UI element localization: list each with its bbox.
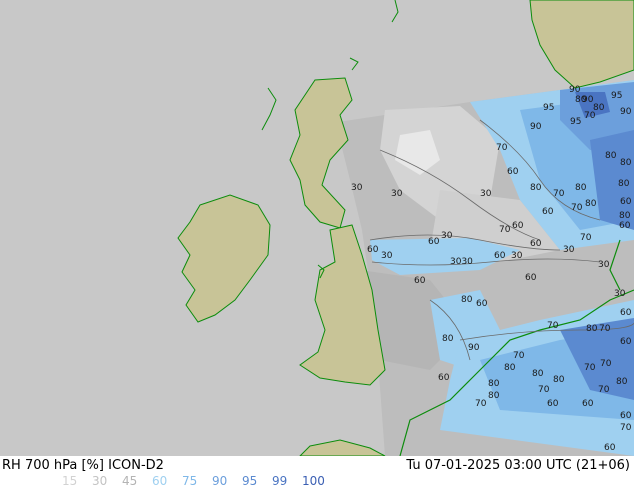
contour-label: 60 xyxy=(507,167,519,177)
contour-label: 80 xyxy=(618,179,630,189)
contour-label: 30 xyxy=(563,245,575,255)
contour-label: 70 xyxy=(475,399,487,409)
contour-label: 60 xyxy=(619,221,631,231)
contour-label: 80 xyxy=(504,363,516,373)
weather-map: 90 90 95 80 95 80 90 95 70 90 70 80 80 6… xyxy=(0,0,634,456)
scale-value-99: 99 xyxy=(272,474,288,488)
contour-label: 30 xyxy=(441,231,453,241)
contour-label: 3030 xyxy=(450,257,473,267)
color-scale: 15 30 45 60 75 90 95 99 100 xyxy=(62,474,332,488)
contour-label: 70 xyxy=(584,111,596,121)
contour-label: 60 xyxy=(438,373,450,383)
contour-label: 90 xyxy=(530,122,542,132)
contour-label: 30 xyxy=(480,189,492,199)
contour-label: 70 xyxy=(580,233,592,243)
map-title: RH 700 hPa [%] ICON-D2 xyxy=(2,458,164,473)
contour-label: 80 xyxy=(575,183,587,193)
contour-label: 30 xyxy=(351,183,363,193)
contour-label: 60 xyxy=(547,399,559,409)
contour-label: 80 xyxy=(585,199,597,209)
scale-value-100: 100 xyxy=(302,474,325,488)
contour-label: 90 xyxy=(569,85,581,95)
contour-label: 80 xyxy=(532,369,544,379)
contour-label: 80 xyxy=(488,379,500,389)
valid-time: Tu 07-01-2025 03:00 UTC (21+06) xyxy=(406,458,630,473)
contour-label: 30 xyxy=(391,189,403,199)
contour-label: 70 xyxy=(499,225,511,235)
contour-label: 70 xyxy=(600,359,612,369)
contour-label: 60 xyxy=(542,207,554,217)
contour-label: 60 xyxy=(367,245,379,255)
contour-label: 70 xyxy=(538,385,550,395)
map-footer: RH 700 hPa [%] ICON-D2 Tu 07-01-2025 03:… xyxy=(0,456,634,490)
scale-value-60: 60 xyxy=(152,474,168,488)
contour-label: 80 xyxy=(575,95,587,105)
contour-label: 80 xyxy=(461,295,473,305)
contour-label: 80 xyxy=(553,375,565,385)
contour-label: 80 xyxy=(530,183,542,193)
contour-label: 80 xyxy=(586,324,598,334)
contour-label: 70 xyxy=(598,385,610,395)
contour-label: 80 xyxy=(488,391,500,401)
contour-label: 30 xyxy=(598,260,610,270)
contour-label: 70 xyxy=(571,203,583,213)
scale-value-45: 45 xyxy=(122,474,138,488)
contour-label: 60 xyxy=(476,299,488,309)
contour-label: 80 xyxy=(619,211,631,221)
contour-label: 70 xyxy=(553,189,565,199)
contour-label: 60 xyxy=(620,337,632,347)
scale-value-30: 30 xyxy=(92,474,108,488)
contour-label: 60 xyxy=(582,399,594,409)
contour-label: 80 xyxy=(620,158,632,168)
contour-label: 95 xyxy=(570,117,581,127)
contour-label: 60 xyxy=(620,308,632,318)
contour-label: 70 xyxy=(547,321,559,331)
contour-label: 70 xyxy=(599,324,611,334)
contour-label: 60 xyxy=(620,197,632,207)
contour-label: 60 xyxy=(512,221,524,231)
contour-label: 80 xyxy=(616,377,628,387)
contour-label: 95 xyxy=(543,103,554,113)
contour-label: 95 xyxy=(611,91,622,101)
contour-label: 80 xyxy=(605,151,617,161)
contour-label: 70 xyxy=(584,363,596,373)
contour-label: 30 xyxy=(381,251,393,261)
contour-label: 30 xyxy=(511,251,523,261)
contour-label: 70 xyxy=(513,351,525,361)
contour-label: 60 xyxy=(414,276,426,286)
contour-label: 90 xyxy=(620,107,632,117)
contour-label: 60 xyxy=(494,251,506,261)
contour-label: 60 xyxy=(620,411,632,421)
scale-value-15: 15 xyxy=(62,474,78,488)
contour-label: 80 xyxy=(442,334,454,344)
contour-label: 90 xyxy=(468,343,480,353)
scale-value-95: 95 xyxy=(242,474,258,488)
scale-value-90: 90 xyxy=(212,474,228,488)
scale-value-75: 75 xyxy=(182,474,198,488)
contour-label: 60 xyxy=(428,237,440,247)
contour-label: 60 xyxy=(604,443,616,453)
contour-label: 70 xyxy=(620,423,632,433)
contour-label: 70 xyxy=(496,143,508,153)
contour-label: 30 xyxy=(614,289,626,299)
contour-label: 60 xyxy=(530,239,542,249)
contour-label: 60 xyxy=(525,273,537,283)
